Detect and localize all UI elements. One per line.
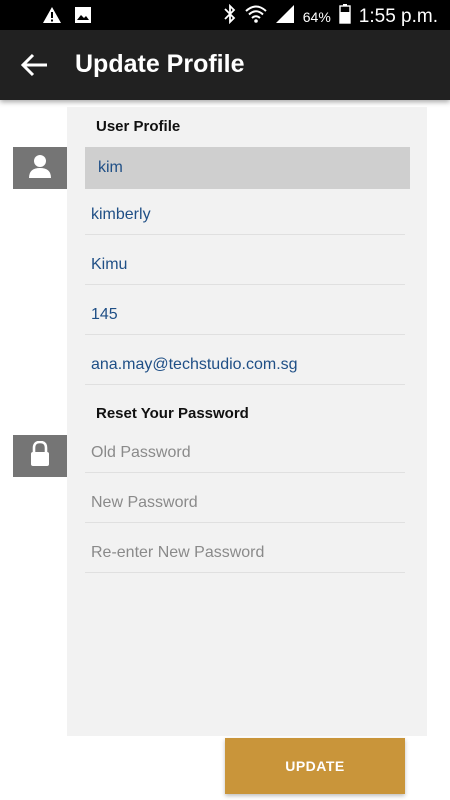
- last-name-field[interactable]: Kimu: [85, 245, 405, 285]
- reset-password-heading: Reset Your Password: [96, 405, 249, 422]
- user-icon: [29, 154, 51, 183]
- signal-icon: [275, 4, 295, 29]
- confirm-password-field[interactable]: Re-enter New Password: [85, 533, 405, 573]
- bluetooth-icon: [223, 3, 237, 29]
- lock-icon: [29, 440, 51, 472]
- status-bar: 64% 1:55 p.m.: [0, 0, 450, 30]
- number-field[interactable]: 145: [85, 295, 405, 335]
- clock: 1:55 p.m.: [358, 5, 438, 27]
- page-title: Update Profile: [75, 50, 245, 78]
- user-icon-box: [13, 147, 67, 189]
- update-button[interactable]: UPDATE: [225, 738, 405, 794]
- arrow-left-icon: [18, 53, 52, 84]
- warning-icon: [42, 6, 62, 29]
- user-profile-heading: User Profile: [96, 118, 181, 135]
- email-field[interactable]: ana.may@techstudio.com.sg: [85, 345, 405, 385]
- username-field[interactable]: kim: [85, 147, 410, 189]
- wifi-icon: [245, 4, 267, 29]
- new-password-field[interactable]: New Password: [85, 483, 405, 523]
- first-name-field[interactable]: kimberly: [85, 195, 405, 235]
- back-button[interactable]: [18, 50, 52, 80]
- battery-percent: 64%: [302, 8, 331, 25]
- old-password-field[interactable]: Old Password: [85, 433, 405, 473]
- lock-icon-box: [13, 435, 67, 477]
- image-icon: [74, 6, 92, 29]
- app-bar: Update Profile: [0, 30, 450, 100]
- battery-icon: [339, 4, 351, 29]
